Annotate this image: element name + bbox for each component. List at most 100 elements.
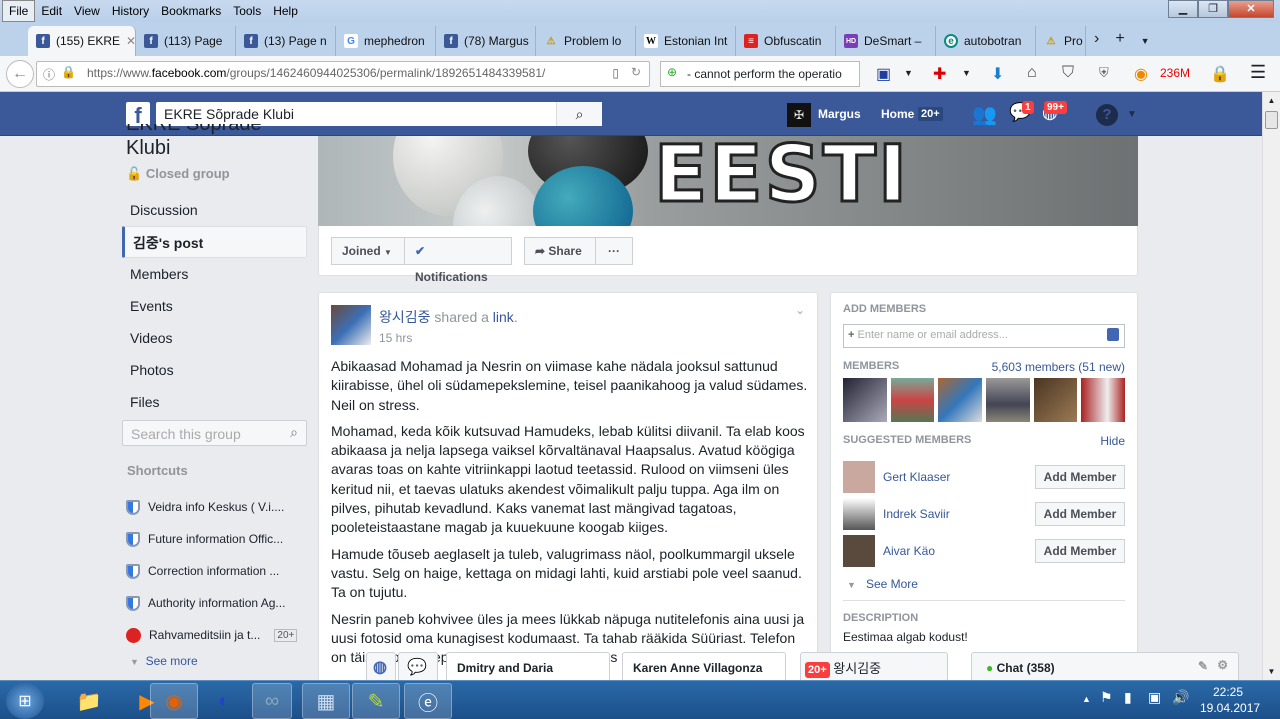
menu-tools[interactable]: Tools [227,1,267,21]
search-icon[interactable]: ⌕ [556,102,602,126]
author-avatar[interactable] [331,305,371,345]
network-icon[interactable]: ▣ [1148,689,1161,706]
first-aid-icon[interactable]: ✚ [933,64,946,84]
friend-requests-icon[interactable]: 👥 [972,102,997,127]
dropdown-icon[interactable]: ▼ [904,68,913,78]
home-icon[interactable]: ⌂ [1027,64,1037,82]
shortcut-item[interactable]: Future information Offic... [122,523,307,555]
clock[interactable]: 22:25 19.04.2017 [1200,684,1260,716]
account-menu-icon[interactable]: ▼ [1127,109,1137,120]
members-count-link[interactable]: 5,603 members (51 new) [992,360,1125,378]
suggested-name[interactable]: Gert Klaaser [883,470,950,484]
volume-icon[interactable]: 🔊 [1172,689,1189,706]
file-explorer-icon[interactable]: 📁 [62,683,116,719]
facebook-logo-icon[interactable]: f [126,102,150,128]
browser-tab[interactable]: e autobotran [936,26,1036,56]
page-scrollbar[interactable]: ▲ ▼ [1262,92,1280,680]
add-member-button[interactable]: Add Member [1035,464,1125,489]
chat-sidebar-toggle[interactable]: ● Chat (358) ✎ ⚙ [971,652,1239,680]
shortcut-item[interactable]: Authority information Ag... [122,587,307,619]
globe-icon[interactable]: ◍ [366,652,396,680]
menu-bookmarks[interactable]: Bookmarks [155,1,227,21]
nav-members[interactable]: Members [122,258,307,290]
suggested-avatar[interactable] [843,497,875,530]
member-avatar[interactable] [1033,378,1078,422]
group-chat-tab[interactable]: 20+ 왕시김중 [800,652,948,680]
browser-tab[interactable]: ≡ Obfuscatin [736,26,836,56]
tab-list-icon[interactable]: ▼ [1133,36,1158,56]
nav-videos[interactable]: Videos [122,322,307,354]
skype-icon[interactable]: ∞ [252,683,292,719]
group-cover-photo[interactable]: EESTI EEST! [318,136,1138,226]
privacy-lock-icon[interactable]: 🔒 [1210,64,1230,84]
chat-tab[interactable]: Dmitry and Daria [446,652,610,680]
contacts-icon[interactable] [1107,328,1119,341]
help-icon[interactable]: ? [1096,104,1118,126]
browser-tab[interactable]: f (78) Margus [436,26,536,56]
suggested-avatar[interactable] [843,534,875,567]
start-button[interactable]: ⊞ [6,683,44,719]
ublock-icon[interactable]: ⛨ [1099,65,1109,81]
post-timestamp[interactable]: 15 hrs [379,331,518,345]
group-chat-icon[interactable]: 💬 [398,652,438,680]
menu-view[interactable]: View [68,1,106,21]
tray-expand-icon[interactable]: ▲ [1082,694,1091,704]
facebook-search-input[interactable]: EKRE Sõprade Klubi ⌕ [156,102,602,126]
hide-link[interactable]: Hide [1100,434,1125,458]
group-search-input[interactable]: Search this group ⌕ [122,420,307,446]
browser-tab[interactable]: f (13) Page n [236,26,336,56]
browser-tab[interactable]: f (113) Page [136,26,236,56]
eset-icon[interactable]: ⓔ [404,683,452,719]
dropdown-icon[interactable]: ▼ [962,68,971,78]
shortcut-item[interactable]: Veidra info Keskus ( V.i.... [122,491,307,523]
download-icon[interactable]: ⬇ [991,64,1004,84]
notepadpp-icon[interactable]: ✎ [352,683,400,719]
notifications-button[interactable]: ✔ Notifications [404,237,512,284]
see-more-link[interactable]: ▼ See more [122,651,307,671]
menu-hamburger-icon[interactable]: ☰ [1250,62,1266,83]
firefox-icon[interactable]: ◉ [150,683,198,719]
group-name[interactable]: EKRE Sõprade Klubi [122,124,307,160]
profile-link[interactable]: Margus [818,107,861,121]
url-bar[interactable]: ⓘ 🔒 https://www.facebook.com/groups/1462… [36,61,650,87]
nav-current-post[interactable]: 김중's post [122,226,307,258]
shortcut-item[interactable]: Rahvameditsiin ja t... 20+ [122,619,307,651]
member-avatar[interactable] [843,378,887,422]
search-icon[interactable]: ⌕ [290,424,298,441]
link-link[interactable]: link [493,309,514,325]
nav-events[interactable]: Events [122,290,307,322]
chat-tab[interactable]: Karen Anne Villagonza [622,652,786,680]
pocket-icon[interactable]: ⛉ [1062,64,1074,82]
close-window-button[interactable]: ✕ [1228,0,1274,18]
browser-search-input[interactable]: ⊕ - cannot perform the operatio [660,61,860,87]
seamonkey-icon[interactable]: ◐ [200,683,248,719]
member-avatar[interactable] [938,378,983,422]
scrollbar-thumb[interactable] [1265,111,1278,129]
shortcut-item[interactable]: Correction information ... [122,555,307,587]
new-message-icon[interactable]: ✎ [1198,659,1208,673]
reader-view-icon[interactable]: ▯ [612,66,619,80]
restore-button[interactable]: ❐ [1198,0,1228,18]
menu-help[interactable]: Help [267,1,304,21]
share-button[interactable]: ➦ Share [524,237,596,265]
memory-icon[interactable]: ◉ [1134,64,1148,84]
browser-tab[interactable]: ⚠ Pro [1036,26,1086,56]
action-center-flag-icon[interactable]: ⚑ [1100,689,1113,706]
browser-tab[interactable]: f (155) EKRE ✕ [28,26,136,56]
browser-tab[interactable]: Gmephedron [336,26,436,56]
see-more-suggested[interactable]: ▼ See More [843,569,1125,601]
home-link[interactable]: Home [881,107,914,121]
joined-button[interactable]: Joined ▼ [331,237,415,265]
suggested-name[interactable]: Aivar Käo [883,544,935,558]
member-avatar[interactable] [1081,378,1126,422]
author-link[interactable]: 왕시김중 [379,309,431,325]
more-options-button[interactable]: ··· [595,237,633,265]
close-tab-icon[interactable]: ✕ [126,34,135,48]
power-icon[interactable]: ▮ [1124,689,1132,706]
nav-discussion[interactable]: Discussion [122,194,307,226]
settings-gear-icon[interactable]: ⚙ [1217,658,1228,672]
browser-tab[interactable]: HD DeSmart – [836,26,936,56]
nav-photos[interactable]: Photos [122,354,307,386]
user-avatar[interactable]: ✠ [787,103,811,127]
browser-tab[interactable]: W Estonian Int [636,26,736,56]
